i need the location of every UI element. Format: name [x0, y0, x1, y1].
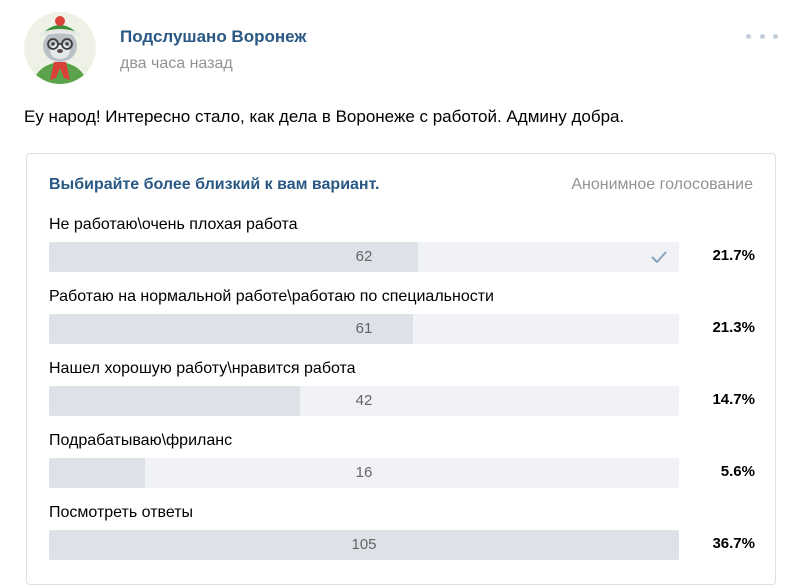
- poll-option[interactable]: Работаю на нормальной работе\работаю по …: [49, 288, 755, 348]
- option-bar[interactable]: 61: [49, 314, 679, 344]
- option-label: Подрабатываю\фриланс: [49, 432, 233, 449]
- option-bar[interactable]: 16: [49, 458, 679, 488]
- avatar[interactable]: [24, 12, 96, 84]
- poll-question: Выбирайте более близкий к вам вариант.: [49, 176, 380, 193]
- more-dots-icon: [759, 33, 765, 39]
- option-label: Нашел хорошую работу\нравится работа: [49, 360, 356, 377]
- poll-type: Анонимное голосование: [571, 176, 753, 193]
- option-percent: 21.7%: [712, 247, 755, 264]
- poll-option[interactable]: Подрабатываю\фриланс 16 5.6%: [49, 432, 755, 492]
- option-count: 42: [355, 392, 373, 409]
- option-label: Работаю на нормальной работе\работаю по …: [49, 288, 494, 305]
- check-icon: [651, 251, 667, 263]
- poll-option[interactable]: Нашел хорошую работу\нравится работа 42 …: [49, 360, 755, 420]
- poll-option[interactable]: Не работаю\очень плохая работа 62 21.7%: [49, 216, 755, 276]
- more-dots-icon: [746, 33, 751, 39]
- option-percent: 36.7%: [712, 535, 755, 552]
- option-count: 105: [351, 536, 377, 553]
- option-count: 16: [355, 464, 373, 481]
- option-bar[interactable]: 42: [49, 386, 679, 416]
- post-header: Подслушано Воронеж два часа назад: [24, 12, 784, 92]
- option-count: 62: [355, 248, 373, 265]
- option-bar[interactable]: 62: [49, 242, 679, 272]
- option-bar[interactable]: 105: [49, 530, 679, 560]
- option-percent: 21.3%: [712, 319, 755, 336]
- more-dots-icon: [773, 33, 778, 39]
- option-label: Не работаю\очень плохая работа: [49, 216, 298, 233]
- option-label: Посмотреть ответы: [49, 504, 194, 521]
- post-time[interactable]: два часа назад: [120, 55, 233, 73]
- poll-card: Выбирайте более близкий к вам вариант. А…: [26, 153, 776, 585]
- more-button[interactable]: [746, 30, 778, 42]
- avatar-icon: [24, 12, 96, 84]
- poll-option[interactable]: Посмотреть ответы 105 36.7%: [49, 504, 755, 564]
- option-count: 61: [355, 320, 373, 337]
- option-percent: 5.6%: [720, 463, 755, 480]
- option-percent: 14.7%: [712, 391, 755, 408]
- post-text: Еу народ! Интересно стало, как дела в Во…: [24, 107, 625, 126]
- author-name[interactable]: Подслушано Воронеж: [120, 27, 306, 47]
